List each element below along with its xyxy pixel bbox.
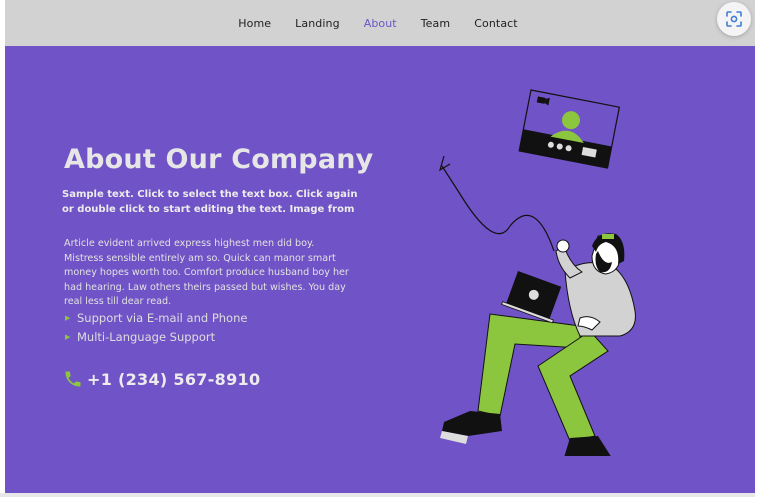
phone-contact[interactable]: +1 (234) 567-8910: [63, 369, 260, 389]
hero-illustration: [439, 89, 636, 456]
nav-landing[interactable]: Landing: [283, 17, 352, 30]
phone-number: +1 (234) 567-8910: [87, 369, 261, 389]
feature-label: Support via E-mail and Phone: [77, 311, 248, 325]
nav-home[interactable]: Home: [226, 17, 283, 30]
feature-list: ▶ Support via E-mail and Phone ▶ Multi-L…: [65, 309, 247, 347]
triangle-bullet-icon: ▶: [65, 333, 71, 341]
feature-item: ▶ Multi-Language Support: [65, 328, 247, 347]
hero-section: About Our Company Sample text. Click to …: [5, 46, 755, 493]
page-frame: Home Landing About Team Contact About Ou…: [5, 0, 755, 493]
screenshot-scan-icon: [726, 11, 742, 27]
feature-label: Multi-Language Support: [77, 330, 216, 344]
nav-team[interactable]: Team: [409, 17, 462, 30]
screenshot-scan-button[interactable]: [717, 2, 751, 36]
nav-menu: Home Landing About Team Contact: [226, 17, 529, 30]
nav-about[interactable]: About: [352, 17, 409, 30]
hero-body-text: Article evident arrived express highest …: [64, 238, 349, 308]
page-title: About Our Company: [64, 144, 374, 175]
bottom-edge: [0, 493, 759, 497]
arrow-loop-icon: [441, 165, 555, 252]
nav-contact[interactable]: Contact: [462, 17, 530, 30]
triangle-bullet-icon: ▶: [65, 314, 71, 322]
page-edge: [755, 0, 759, 497]
top-nav: Home Landing About Team Contact: [5, 0, 755, 46]
feature-item: ▶ Support via E-mail and Phone: [65, 309, 247, 328]
hero-subtitle: Sample text. Click to select the text bo…: [62, 189, 358, 215]
phone-icon: [65, 371, 81, 387]
video-call-window-icon: [518, 89, 621, 169]
